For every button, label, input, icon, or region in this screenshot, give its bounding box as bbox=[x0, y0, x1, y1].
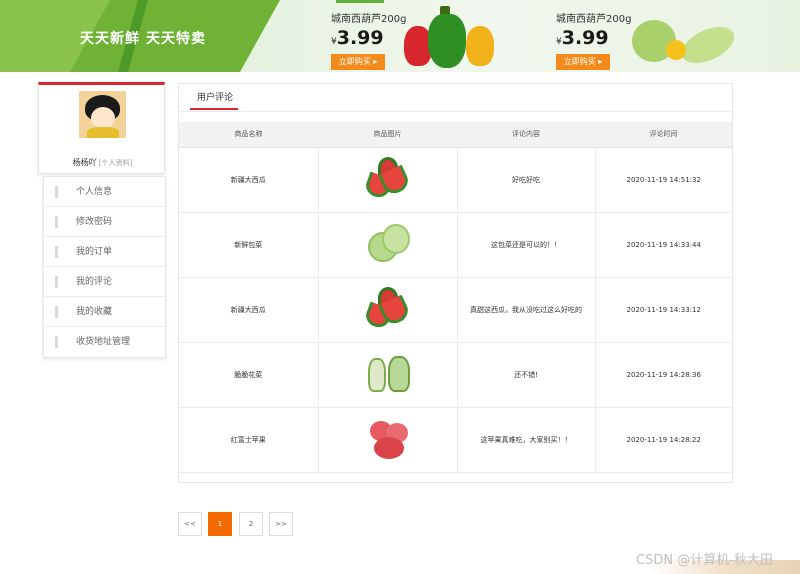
menu-bar-icon bbox=[55, 246, 58, 258]
zucchini-flower-image bbox=[666, 40, 686, 60]
watermark: CSDN @计算机-秋大田 bbox=[636, 553, 773, 568]
watermelon-image[interactable] bbox=[362, 155, 412, 203]
product-name-cell: 新疆大西瓜 bbox=[179, 277, 319, 343]
sidebar-item-label: 我的收藏 bbox=[76, 307, 113, 317]
zucchini-image-2 bbox=[676, 19, 740, 71]
cauliflower-image[interactable] bbox=[364, 350, 412, 398]
green-pepper-image bbox=[428, 14, 466, 68]
column-header: 评论内容 bbox=[457, 122, 595, 148]
column-header: 商品图片 bbox=[318, 122, 457, 148]
product-image-cell bbox=[318, 147, 458, 213]
deal-1: 城南西葫芦200g ¥3.99 立即购买 ▸ bbox=[331, 10, 406, 70]
product-image-cell bbox=[318, 277, 458, 343]
watermelon-image[interactable] bbox=[362, 285, 412, 333]
table-row: 脆脆花菜 还不错! 2020-11-19 14:28:36 bbox=[179, 342, 732, 408]
deal-price: ¥3.99 bbox=[331, 27, 384, 49]
table-row: 红富士苹果 这苹果真难吃，大家别买！！ 2020-11-19 14:28:22 bbox=[179, 407, 732, 473]
table-header-row: 商品名称 商品图片 评论内容 评论时间 bbox=[179, 122, 732, 148]
promo-fresh-text: 天天新鲜 bbox=[80, 31, 140, 47]
product-image-cell bbox=[318, 407, 458, 473]
username: 杨杨吖 bbox=[72, 158, 97, 167]
next-page-button[interactable]: >> bbox=[269, 512, 293, 536]
avatar-shirt bbox=[87, 127, 119, 138]
sidebar-item-address-management[interactable]: 收货地址管理 bbox=[44, 327, 165, 357]
user-profile-card: 杨杨吖 [个人资料] bbox=[38, 82, 165, 174]
comment-time-cell: 2020-11-19 14:28:22 bbox=[595, 407, 732, 473]
sidebar-item-label: 收货地址管理 bbox=[76, 337, 131, 347]
deal-name: 城南西葫芦200g bbox=[331, 14, 407, 25]
sidebar-item-change-password[interactable]: 修改密码 bbox=[44, 207, 165, 237]
promo-sale-text: 天天特卖 bbox=[146, 31, 206, 47]
menu-bar-icon bbox=[55, 276, 58, 288]
column-header: 商品名称 bbox=[179, 122, 318, 148]
menu-bar-icon bbox=[55, 186, 58, 198]
sidebar-item-my-comments[interactable]: 我的评论 bbox=[44, 267, 165, 297]
buy-now-button[interactable]: 立即购买 ▸ bbox=[556, 54, 610, 70]
tab-divider bbox=[179, 111, 732, 112]
product-name-cell: 新鲜包菜 bbox=[179, 212, 319, 278]
deal-2: 城南西葫芦200g ¥3.99 立即购买 ▸ bbox=[556, 10, 631, 70]
menu-bar-icon bbox=[55, 336, 58, 348]
table-row: 新鲜包菜 这包菜还是可以的！！ 2020-11-19 14:33:44 bbox=[179, 212, 732, 278]
sidebar-item-label: 我的评论 bbox=[76, 277, 113, 287]
comment-cell: 还不错! bbox=[457, 342, 596, 408]
comment-cell: 这包菜还是可以的！！ bbox=[457, 212, 596, 278]
comment-time-cell: 2020-11-19 14:33:12 bbox=[595, 277, 732, 343]
prev-page-button[interactable]: << bbox=[178, 512, 202, 536]
page-2-button[interactable]: 2 bbox=[239, 512, 263, 536]
banner-accent-line bbox=[336, 0, 384, 3]
comment-time-cell: 2020-11-19 14:33:44 bbox=[595, 212, 732, 278]
product-name-cell: 脆脆花菜 bbox=[179, 342, 319, 408]
comments-panel: 用户评论 商品名称 商品图片 评论内容 评论时间 新疆大西瓜 好吃好吃 2020… bbox=[178, 83, 733, 483]
comment-cell: 这苹果真难吃，大家别买！！ bbox=[457, 407, 596, 473]
menu-bar-icon bbox=[55, 216, 58, 228]
deal-name: 城南西葫芦200g bbox=[556, 14, 632, 25]
comment-time-cell: 2020-11-19 14:28:36 bbox=[595, 342, 732, 408]
product-image-cell bbox=[318, 212, 458, 278]
sidebar-item-label: 我的订单 bbox=[76, 247, 113, 257]
comments-table: 商品名称 商品图片 评论内容 评论时间 新疆大西瓜 好吃好吃 2020-11-1… bbox=[179, 122, 732, 473]
apple-image[interactable] bbox=[364, 415, 412, 463]
product-image-cell bbox=[318, 342, 458, 408]
top-banner[interactable]: 天天新鲜 天天特卖 城南西葫芦200g ¥3.99 立即购买 ▸ 城南西葫芦20… bbox=[0, 0, 800, 72]
menu-bar-icon bbox=[55, 306, 58, 318]
yellow-pepper-image bbox=[466, 26, 494, 66]
product-name-cell: 红富士苹果 bbox=[179, 407, 319, 473]
cabbage-image[interactable] bbox=[364, 220, 412, 268]
avatar[interactable] bbox=[79, 91, 126, 138]
table-row: 新疆大西瓜 真甜这西瓜，我从没吃过这么好吃的 2020-11-19 14:33:… bbox=[179, 277, 732, 343]
sidebar-item-my-favorites[interactable]: 我的收藏 bbox=[44, 297, 165, 327]
profile-link[interactable]: [个人资料] bbox=[99, 159, 132, 167]
comment-cell: 真甜这西瓜，我从没吃过这么好吃的 bbox=[457, 277, 596, 343]
buy-now-button[interactable]: 立即购买 ▸ bbox=[331, 54, 385, 70]
table-row: 新疆大西瓜 好吃好吃 2020-11-19 14:51:32 bbox=[179, 147, 732, 213]
comment-cell: 好吃好吃 bbox=[457, 147, 596, 213]
avatar-face bbox=[91, 107, 115, 129]
sidebar-item-my-orders[interactable]: 我的订单 bbox=[44, 237, 165, 267]
sidebar-item-label: 修改密码 bbox=[76, 217, 113, 227]
column-header: 评论时间 bbox=[595, 122, 732, 148]
sidebar-item-personal-info[interactable]: 个人信息 bbox=[44, 177, 165, 207]
page-1-button[interactable]: 1 bbox=[208, 512, 232, 536]
comment-time-cell: 2020-11-19 14:51:32 bbox=[595, 147, 732, 213]
deal-price: ¥3.99 bbox=[556, 27, 609, 49]
sidebar-item-label: 个人信息 bbox=[76, 187, 113, 197]
active-tab-indicator bbox=[190, 108, 238, 110]
username-line: 杨杨吖 [个人资料] bbox=[39, 157, 166, 168]
sidebar-menu: 个人信息 修改密码 我的订单 我的评论 我的收藏 收货地址管理 bbox=[43, 176, 166, 358]
product-name-cell: 新疆大西瓜 bbox=[179, 147, 319, 213]
